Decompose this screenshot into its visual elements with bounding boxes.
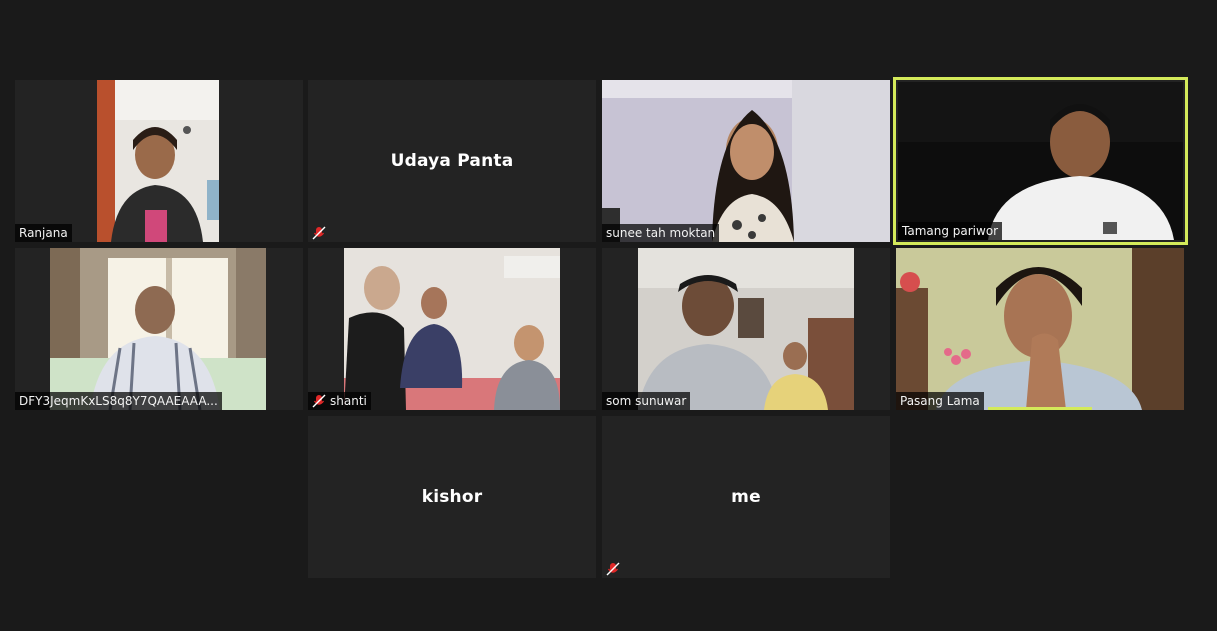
participant-name-tag bbox=[308, 224, 330, 242]
participant-name-tag: sunee tah moktan bbox=[602, 224, 720, 242]
participant-display-name: Udaya Panta bbox=[390, 151, 514, 171]
participant-tile-shanti[interactable]: shanti bbox=[308, 248, 596, 410]
participant-name-tag: Tamang pariwor bbox=[898, 222, 1003, 240]
participant-tile-som-sunuwar[interactable]: som sunuwar bbox=[602, 248, 890, 410]
muted-microphone-icon bbox=[312, 394, 326, 408]
participant-tile-me[interactable]: me bbox=[602, 416, 890, 578]
participant-tile-kishor[interactable]: kishor bbox=[308, 416, 596, 578]
video-feed bbox=[50, 248, 266, 410]
participant-name-tag: som sunuwar bbox=[602, 392, 691, 410]
participant-display-name: me bbox=[731, 487, 761, 507]
participant-name: Pasang Lama bbox=[900, 394, 980, 408]
participant-display-name: kishor bbox=[421, 487, 483, 507]
participant-name: som sunuwar bbox=[606, 394, 687, 408]
participant-tile-pasang-lama[interactable]: Pasang Lama bbox=[896, 248, 1184, 410]
participant-tile-sunee-tah-moktan[interactable]: sunee tah moktan bbox=[602, 80, 890, 242]
video-feed bbox=[896, 248, 1184, 410]
participant-tile-udaya-panta[interactable]: Udaya Panta bbox=[308, 80, 596, 242]
participant-name-tag bbox=[602, 560, 624, 578]
participant-name: shanti bbox=[330, 394, 367, 408]
video-feed bbox=[344, 248, 560, 410]
muted-microphone-icon bbox=[312, 226, 326, 240]
speaking-indicator bbox=[988, 407, 1092, 410]
participant-tile-tamang-pariwor[interactable]: Tamang pariwor bbox=[893, 77, 1188, 245]
participant-tile-dfy3jeqm[interactable]: DFY3JeqmKxLS8q8Y7QAAEAAA... bbox=[15, 248, 303, 410]
participant-name: Tamang pariwor bbox=[902, 224, 999, 238]
video-feed bbox=[898, 82, 1183, 240]
video-feed bbox=[602, 80, 890, 242]
participant-name: DFY3JeqmKxLS8q8Y7QAAEAAA... bbox=[19, 394, 218, 408]
participant-name-tag: DFY3JeqmKxLS8q8Y7QAAEAAA... bbox=[15, 392, 222, 410]
participant-name: Ranjana bbox=[19, 226, 68, 240]
muted-microphone-icon bbox=[606, 562, 620, 576]
video-feed bbox=[97, 80, 219, 242]
video-feed bbox=[638, 248, 854, 410]
participant-name: sunee tah moktan bbox=[606, 226, 716, 240]
gallery-view: Ranjana Udaya Panta sunee tah moktan Tam… bbox=[0, 0, 1217, 631]
participant-name-tag: shanti bbox=[308, 392, 371, 410]
participant-tile-ranjana[interactable]: Ranjana bbox=[15, 80, 303, 242]
participant-name-tag: Ranjana bbox=[15, 224, 72, 242]
participant-name-tag: Pasang Lama bbox=[896, 392, 984, 410]
